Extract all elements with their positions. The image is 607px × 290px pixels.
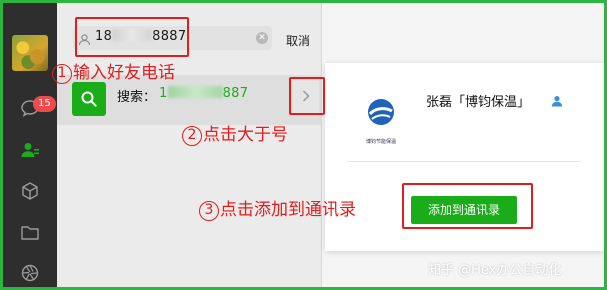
watermark: 知乎 @Hex办公自动化 xyxy=(428,263,562,278)
cancel-button[interactable]: 取消 xyxy=(286,32,310,49)
navigation-sidebar: 15 xyxy=(3,3,57,287)
search-result-number: 1 887 xyxy=(159,86,249,101)
aperture-icon[interactable] xyxy=(16,260,44,286)
clear-search-button[interactable]: ✕ xyxy=(256,32,268,44)
contacts-icon[interactable] xyxy=(16,137,44,163)
annotation-box-add xyxy=(402,183,533,229)
annotation-step-3: 3 点击添加到通讯录 xyxy=(199,195,356,221)
annotation-step-1: 1 输入好友电话 xyxy=(52,58,175,84)
search-result-label: 搜索： xyxy=(117,90,157,105)
card-divider xyxy=(347,161,581,162)
annotation-box-chevron xyxy=(289,77,325,115)
logo-caption: 博钧节能保温 xyxy=(365,139,396,145)
avatar[interactable] xyxy=(12,35,48,71)
app-window: 15 18 8887 ✕ 取消 搜索： 1 887 博钧节能保温 张磊「博钧保温… xyxy=(0,0,607,290)
folder-icon[interactable] xyxy=(16,219,44,245)
contact-name: 张磊「博钧保温」 xyxy=(426,95,531,110)
contact-person-icon xyxy=(551,92,563,111)
company-logo: 博钧节能保温 xyxy=(351,90,411,150)
search-icon xyxy=(72,82,106,116)
annotation-box-search xyxy=(75,17,189,57)
annotation-step-2: 2 点击大于号 xyxy=(182,120,288,146)
cube-icon[interactable] xyxy=(16,178,44,204)
redacted-digits xyxy=(167,86,223,98)
unread-badge: 15 xyxy=(33,96,56,112)
